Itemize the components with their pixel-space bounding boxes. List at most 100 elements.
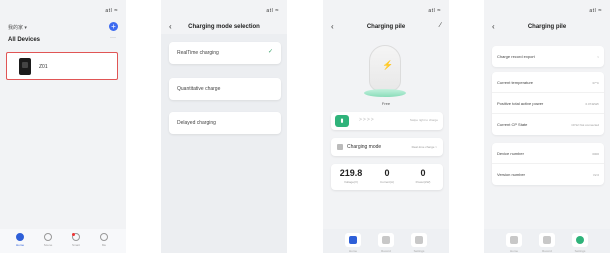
home-icon xyxy=(510,236,518,244)
wifi-icon: ≈ xyxy=(114,8,118,14)
stat-unit: Power(kW) xyxy=(415,180,431,184)
mode-quantitative[interactable]: Quantitative charge xyxy=(169,78,281,100)
notification-dot xyxy=(72,233,75,236)
power-stat: 0 Power(kW) xyxy=(405,168,441,184)
charge-record-export-row[interactable]: Charge record export > xyxy=(492,46,604,67)
tab-settings[interactable]: Settings xyxy=(572,233,588,253)
mode-delayed[interactable]: Delayed charging xyxy=(169,112,281,134)
smart-icon xyxy=(72,233,80,241)
screen-pile-settings: atl ≈ ‹ Charging pile Charge record expor… xyxy=(484,0,610,253)
tab-label: Home xyxy=(509,249,518,253)
stat-value: 0 xyxy=(420,168,426,178)
tab-label: Scene xyxy=(43,243,53,247)
device-name: Z01 xyxy=(39,64,48,70)
pile-status: Free xyxy=(381,101,391,106)
tab-label: Settings xyxy=(574,249,586,253)
tab-home[interactable]: Home xyxy=(10,233,30,247)
section-title: All Devices xyxy=(8,37,41,43)
bottom-tab-bar: Home Record Settings xyxy=(484,229,610,253)
scene-icon xyxy=(44,233,52,241)
tab-label: Settings xyxy=(413,249,425,253)
charging-mode-label: Charging mode xyxy=(347,144,382,150)
tab-label: Record xyxy=(542,249,552,253)
page-title: Charging mode selection xyxy=(188,24,260,30)
pile-base-glow xyxy=(364,89,406,97)
me-icon xyxy=(100,233,108,241)
stat-unit: Current(A) xyxy=(379,180,394,184)
mode-label: Quantitative charge xyxy=(177,86,221,92)
tab-home[interactable]: Home xyxy=(345,233,361,253)
mode-label: Delayed charging xyxy=(177,120,216,126)
wifi-icon: ≈ xyxy=(275,8,279,14)
add-device-button[interactable]: + xyxy=(109,22,118,31)
export-group: Charge record export > xyxy=(492,46,604,67)
signal-label: atl xyxy=(589,8,597,14)
tab-record[interactable]: Record xyxy=(539,233,555,253)
check-icon: ✓ xyxy=(267,49,273,55)
version-number-row: Version number V2.0 xyxy=(492,164,604,185)
tab-settings[interactable]: Settings xyxy=(411,233,427,253)
home-selector[interactable]: 我的家 ▾ xyxy=(8,24,27,31)
active-power-row: Positive total active power 0.074kWh xyxy=(492,93,604,114)
mode-list: RealTime charging ✓ Quantitative charge … xyxy=(161,34,287,253)
bottom-tab-bar: Home Record Settings xyxy=(323,229,449,253)
signal-label: atl xyxy=(105,8,113,14)
stat-value: 0 xyxy=(384,168,390,178)
tab-home[interactable]: Home xyxy=(506,233,522,253)
swipe-hint: Swipe right to charge xyxy=(409,118,438,122)
voltage-stat: 219.8 Voltage(V) xyxy=(333,168,369,184)
tab-label: Smart xyxy=(71,243,80,247)
row-key: Charge record export xyxy=(497,54,535,59)
edit-icon[interactable]: ∕ xyxy=(440,22,441,29)
settings-icon xyxy=(415,236,423,244)
temperature-row: Current temperature 37°C xyxy=(492,72,604,93)
stat-unit: Voltage(V) xyxy=(343,180,358,184)
status-bar: atl ≈ xyxy=(105,8,118,14)
swipe-to-charge[interactable]: ▮ >>>> Swipe right to charge xyxy=(331,112,443,130)
home-icon xyxy=(349,236,357,244)
mode-icon xyxy=(337,144,343,150)
tab-label: Record xyxy=(381,249,391,253)
row-key: Device number xyxy=(497,151,524,156)
page-title: Charging pile xyxy=(527,24,567,30)
status-bar: atl ≈ xyxy=(266,8,279,14)
tab-record[interactable]: Record xyxy=(378,233,394,253)
device-number-row: Device number 0000 xyxy=(492,143,604,164)
record-icon xyxy=(382,236,390,244)
wifi-icon: ≈ xyxy=(598,8,602,14)
row-value: 0.074kWh xyxy=(585,102,599,106)
row-key: Current temperature xyxy=(497,80,534,85)
page-title: Charging pile xyxy=(366,24,406,30)
tab-scene[interactable]: Scene xyxy=(38,233,58,247)
record-icon xyxy=(543,236,551,244)
tab-smart[interactable]: Smart xyxy=(66,233,86,247)
row-key: Version number xyxy=(497,172,526,177)
device-card[interactable]: Z01 xyxy=(6,52,118,80)
status-bar: atl ≈ xyxy=(428,8,441,14)
tab-label: Me xyxy=(101,243,107,247)
swipe-handle-icon[interactable]: ▮ xyxy=(335,115,349,127)
status-group: Current temperature 37°C Positive total a… xyxy=(492,72,604,135)
charging-pile-image: ⚡ xyxy=(369,45,401,91)
charging-mode-row[interactable]: Charging mode Real-time charge > xyxy=(331,138,443,156)
status-bar: atl ≈ xyxy=(589,8,602,14)
screen-home: atl ≈ 我的家 ▾ + All Devices ··· Z01 Home Sc… xyxy=(0,0,126,253)
swipe-arrows: >>>> xyxy=(359,117,375,123)
bolt-icon: ⚡ xyxy=(382,60,394,70)
screen-charging-pile: atl ≈ ‹ Charging pile ∕ ⚡ Free ▮ >>>> Swi… xyxy=(323,0,449,253)
charger-device-icon xyxy=(19,58,31,75)
settings-icon xyxy=(576,236,584,244)
tab-me[interactable]: Me xyxy=(94,233,114,247)
mode-label: RealTime charging xyxy=(177,50,219,56)
row-key: Positive total active power xyxy=(497,101,544,106)
row-value: 37°C xyxy=(592,81,599,85)
tab-label: Home xyxy=(348,249,357,253)
row-value: 0000 xyxy=(592,152,599,156)
mode-realtime[interactable]: RealTime charging ✓ xyxy=(169,42,281,64)
stat-value: 219.8 xyxy=(339,168,363,178)
device-info-group: Device number 0000 Version number V2.0 xyxy=(492,143,604,185)
more-icon[interactable]: ··· xyxy=(110,35,116,41)
cp-state-row: Current CP State CP12 Not connected xyxy=(492,114,604,135)
row-value: CP12 Not connected xyxy=(571,123,599,127)
screen-mode-selection: atl ≈ ‹ Charging mode selection RealTime … xyxy=(161,0,287,253)
